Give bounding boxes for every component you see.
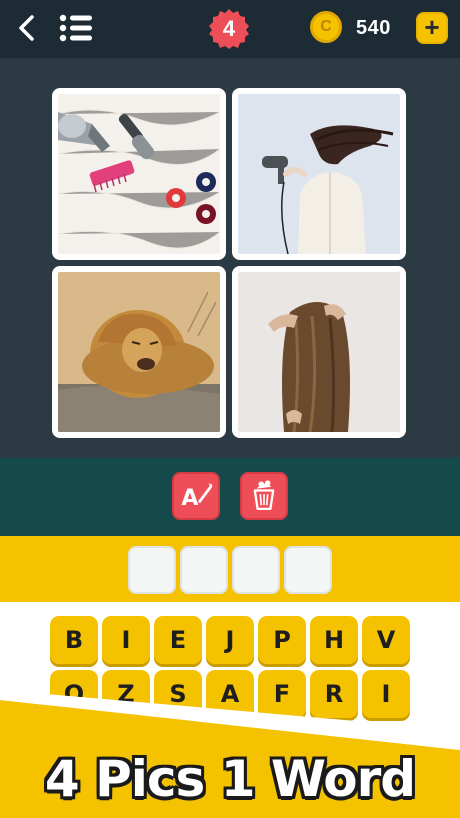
- answer-slot[interactable]: [128, 546, 176, 594]
- trash-icon: [253, 480, 275, 510]
- reveal-letter-button[interactable]: A: [172, 472, 220, 520]
- letter-key[interactable]: H: [310, 616, 358, 664]
- lion-mane-picture: [58, 272, 220, 432]
- letter-key[interactable]: E: [154, 616, 202, 664]
- hair-tools-image[interactable]: [52, 88, 226, 260]
- back-button[interactable]: [12, 12, 44, 44]
- chevron-left-icon: [19, 15, 34, 41]
- add-coins-button[interactable]: +: [416, 12, 448, 44]
- tools-bar: A: [0, 458, 460, 536]
- letter-key[interactable]: I: [102, 616, 150, 664]
- hair-dryer-woman-picture: [238, 94, 400, 254]
- list-icon: [59, 14, 92, 42]
- top-bar: 4 C 540 +: [0, 0, 460, 58]
- lion-mane-image[interactable]: [52, 266, 226, 438]
- long-hair-woman-image[interactable]: [232, 266, 406, 438]
- coin-count: 540: [356, 17, 391, 39]
- puzzle-area: [0, 58, 460, 458]
- answer-slot[interactable]: [180, 546, 228, 594]
- level-badge: 4: [208, 8, 250, 50]
- answer-slot[interactable]: [232, 546, 280, 594]
- letter-wand-icon: A: [181, 483, 213, 511]
- answer-bar: [0, 536, 460, 602]
- hair-tools-picture: [58, 94, 220, 254]
- image-grid: [52, 88, 406, 438]
- letter-key[interactable]: J: [206, 616, 254, 664]
- menu-button[interactable]: [58, 12, 94, 44]
- svg-text:A: A: [181, 486, 198, 511]
- long-hair-woman-picture: [238, 272, 400, 432]
- letter-key[interactable]: B: [50, 616, 98, 664]
- brand-title: 4 Pics 1 Word: [44, 750, 416, 808]
- coin-icon: C: [310, 11, 342, 43]
- letter-key[interactable]: P: [258, 616, 306, 664]
- hair-dryer-woman-image[interactable]: [232, 88, 406, 260]
- answer-slot[interactable]: [284, 546, 332, 594]
- level-number: 4: [222, 16, 236, 41]
- remove-letters-button[interactable]: [240, 472, 288, 520]
- letter-key[interactable]: V: [362, 616, 410, 664]
